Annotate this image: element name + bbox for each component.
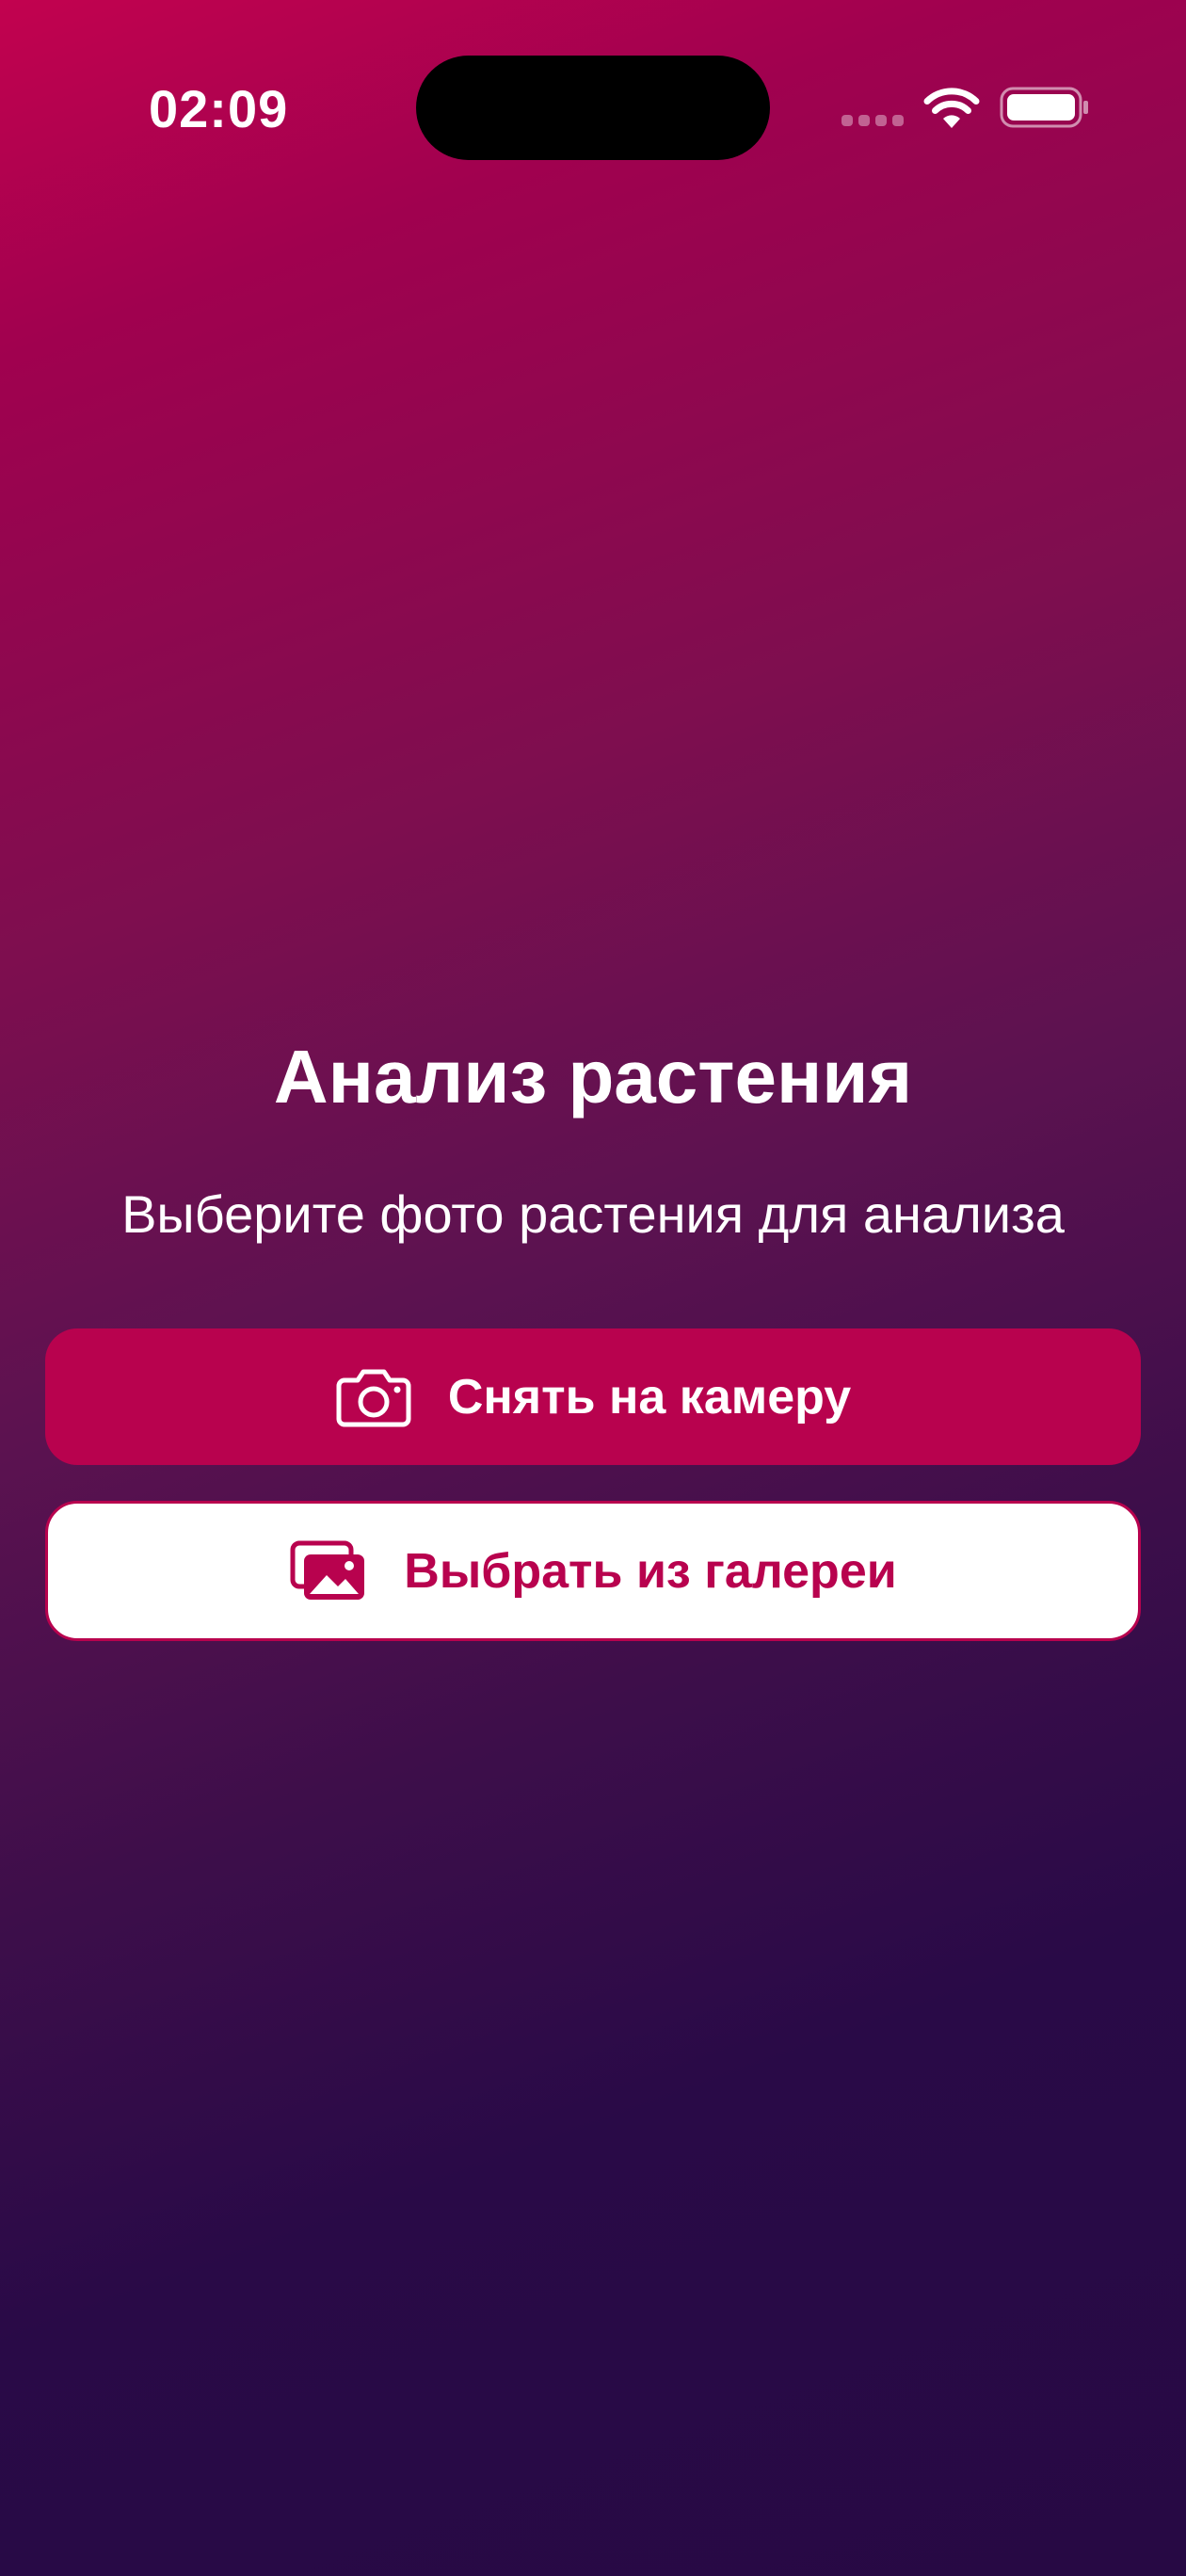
wifi-icon	[923, 88, 980, 128]
page-subtitle: Выберите фото растения для анализа	[121, 1184, 1065, 1244]
status-bar: 02:09	[0, 0, 1186, 188]
plant-analysis-screen: 02:09 Анализ растения Выберите фото раст…	[0, 0, 1186, 2576]
choose-from-gallery-button-label: Выбрать из галереи	[404, 1543, 897, 1599]
camera-icon	[336, 1369, 411, 1426]
cellular-signal-icon	[841, 115, 907, 128]
photo-gallery-icon	[290, 1540, 365, 1600]
page-title: Анализ растения	[273, 1035, 913, 1119]
dynamic-island	[416, 56, 770, 160]
status-time: 02:09	[149, 79, 289, 138]
battery-icon	[1000, 87, 1088, 128]
take-photo-button-label: Снять на камеру	[447, 1369, 852, 1425]
take-photo-button[interactable]: Снять на камеру	[45, 1328, 1141, 1465]
choose-from-gallery-button[interactable]: Выбрать из галереи	[45, 1501, 1141, 1641]
